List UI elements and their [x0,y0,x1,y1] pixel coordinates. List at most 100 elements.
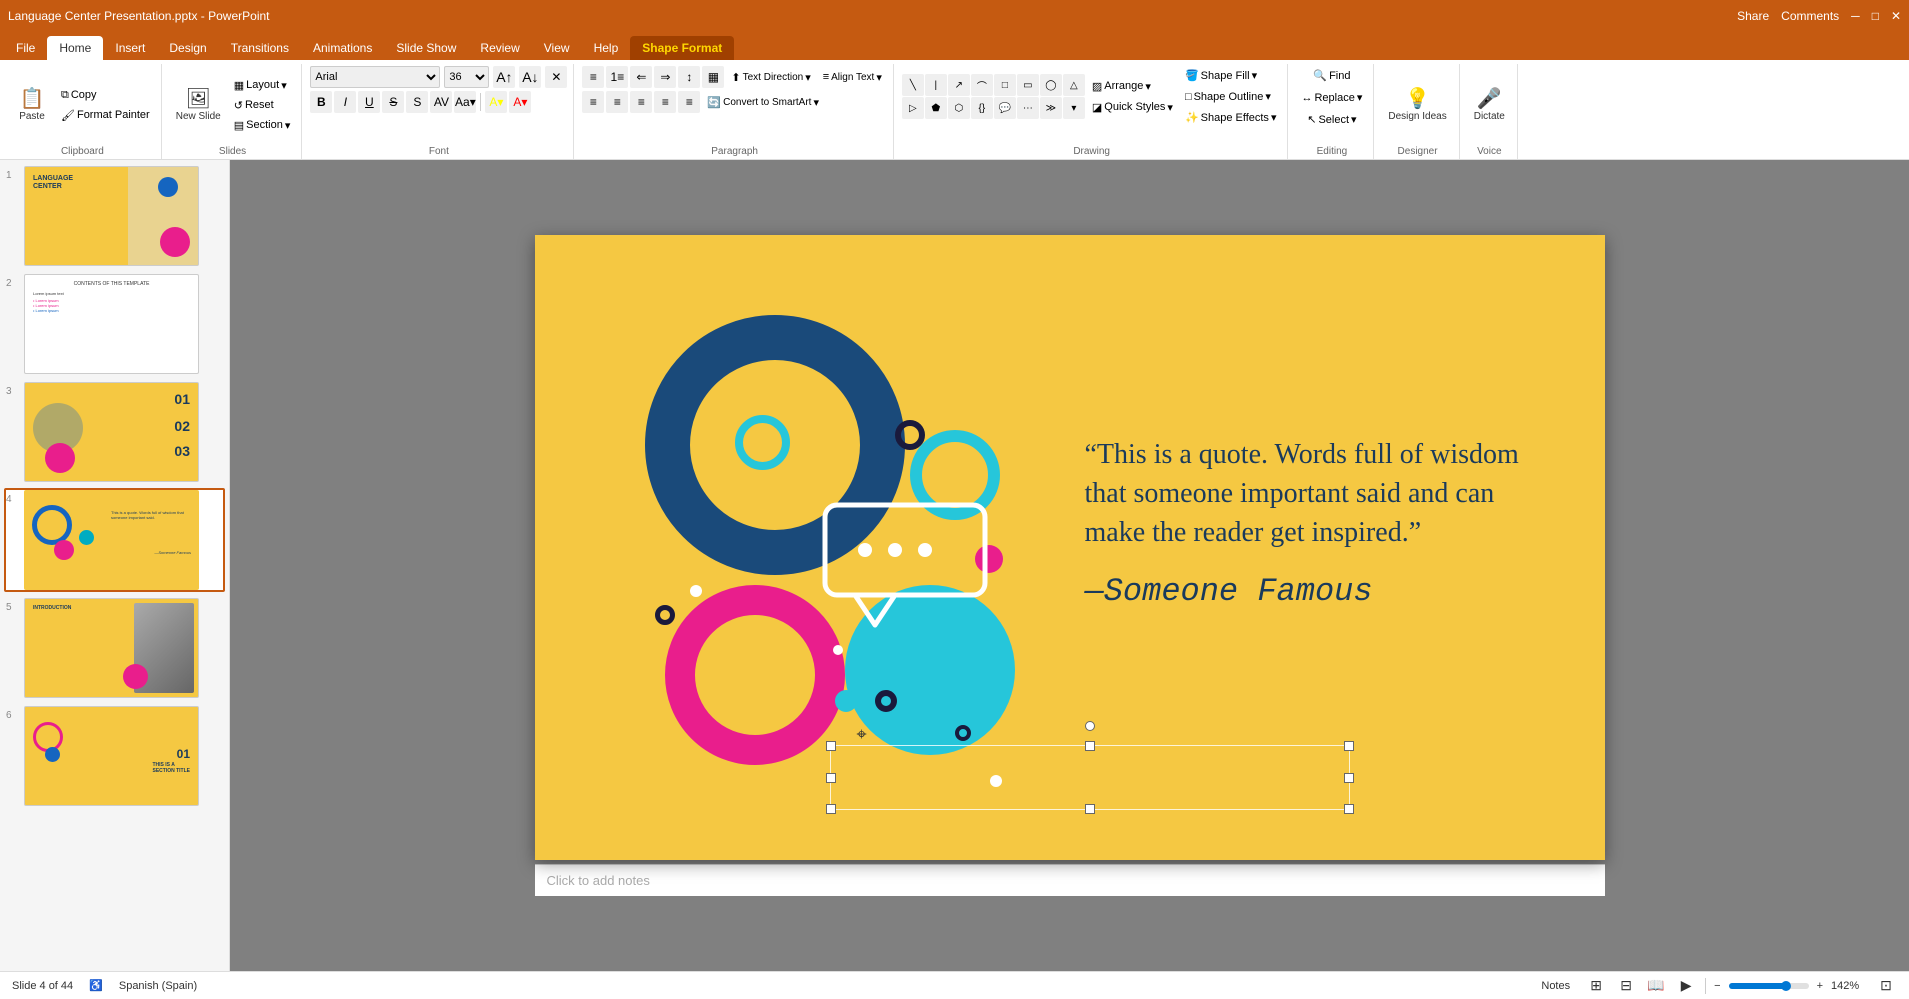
font-size-select[interactable]: 36 [444,66,489,88]
tab-help[interactable]: Help [582,36,631,60]
font-case-button[interactable]: Aa▾ [454,91,476,113]
design-ideas-button[interactable]: 💡 Design Ideas [1382,85,1452,126]
shape-1[interactable]: ╲ [902,74,924,96]
slide-thumb-6[interactable]: 6 01 THIS IS ASECTION TITLE [4,704,225,808]
find-button[interactable]: 🔍 Find [1308,66,1355,85]
replace-button[interactable]: ↔ Replace ▾ [1296,88,1367,107]
shadow-button[interactable]: S [406,91,428,113]
copy-button[interactable]: ⧉ Copy [56,86,155,105]
notes-placeholder[interactable]: Click to add notes [547,873,650,888]
notes-button[interactable]: Notes [1534,977,1577,995]
shape-fill-button[interactable]: 🪣 Shape Fill ▾ [1180,66,1282,85]
tab-slideshow[interactable]: Slide Show [384,36,468,60]
shape-11[interactable]: ⬡ [948,97,970,119]
char-spacing-button[interactable]: AV [430,91,452,113]
decrease-indent-button[interactable]: ⇐ [630,66,652,88]
tab-file[interactable]: File [4,36,47,60]
new-slide-button[interactable]: 🖼 New Slide [170,85,227,126]
tab-home[interactable]: Home [47,36,103,60]
tab-transitions[interactable]: Transitions [219,36,301,60]
normal-view-button[interactable]: ⊞ [1585,975,1607,997]
underline-button[interactable]: U [358,91,380,113]
select-button[interactable]: ↖ Select ▾ [1302,110,1361,129]
bullet-list-button[interactable]: ≡ [582,66,604,88]
text-direction-button[interactable]: ⬆ Text Direction ▾ [726,68,815,87]
shape-15[interactable]: ≫ [1040,97,1062,119]
align-center-button[interactable]: ≡ [606,91,628,113]
numbered-list-button[interactable]: 1≡ [606,66,628,88]
tab-design[interactable]: Design [157,36,218,60]
shape-13[interactable]: 💬 [994,97,1016,119]
reset-button[interactable]: ↺ Reset [229,96,296,115]
canvas-area[interactable]: “This is a quote. Words full of wisdom t… [230,160,1909,971]
shape-10[interactable]: ⬟ [925,97,947,119]
zoom-out-button[interactable]: − [1714,980,1720,992]
layout-button[interactable]: ▦ Layout ▾ [229,76,296,95]
tab-shape-format[interactable]: Shape Format [630,36,734,60]
tab-view[interactable]: View [532,36,582,60]
bold-button[interactable]: B [310,91,332,113]
increase-indent-button[interactable]: ⇒ [654,66,676,88]
smartart-button[interactable]: 🔄 Convert to SmartArt ▾ [702,93,824,112]
arrange-button[interactable]: ▨ Arrange ▾ [1087,77,1178,96]
align-right-button[interactable]: ≡ [630,91,652,113]
shape-2[interactable]: | [925,74,947,96]
line-spacing-button[interactable]: ↕ [678,66,700,88]
font-family-select[interactable]: Arial [310,66,440,88]
share-button[interactable]: Share [1737,9,1769,23]
shape-14[interactable]: ⋯ [1017,97,1039,119]
shapes-more[interactable]: ▾ [1063,97,1085,119]
tab-review[interactable]: Review [468,36,531,60]
fit-slide-button[interactable]: ⊡ [1875,975,1897,997]
shape-9[interactable]: ▷ [902,97,924,119]
slide-thumb-3[interactable]: 3 01 02 03 [4,380,225,484]
paste-button[interactable]: 📋 Paste [10,85,54,126]
accessibility-icon[interactable]: ♿ [89,979,103,992]
format-painter-button[interactable]: 🖌 Format Painter [56,106,155,125]
strikethrough-button[interactable]: S [382,91,404,113]
slide-thumb-5[interactable]: 5 INTRODUCTION [4,596,225,700]
presenter-view-button[interactable]: ▶ [1675,975,1697,997]
tab-insert[interactable]: Insert [103,36,157,60]
align-distributed-button[interactable]: ≡ [678,91,700,113]
slide-thumb-1[interactable]: 1 LANGUAGECENTER [4,164,225,268]
slide-thumb-4[interactable]: 4 This is a quote. Words full of wisdom … [4,488,225,592]
italic-button[interactable]: I [334,91,356,113]
dictate-button[interactable]: 🎤 Dictate [1468,85,1511,126]
minimize-button[interactable]: ─ [1851,9,1860,23]
align-justify-button[interactable]: ≡ [654,91,676,113]
shape-outline-button[interactable]: □ Shape Outline ▾ [1180,87,1282,106]
zoom-in-button[interactable]: + [1817,980,1823,992]
shape-7[interactable]: ◯ [1040,74,1062,96]
slide-thumb-2[interactable]: 2 CONTENTS OF THIS TEMPLATE Lorem ipsum … [4,272,225,376]
shape-4[interactable]: ⌒ [971,74,993,96]
zoom-level[interactable]: 142% [1831,980,1867,992]
font-color-button[interactable]: A▾ [509,91,531,113]
shape-3[interactable]: ↗ [948,74,970,96]
tab-animations[interactable]: Animations [301,36,384,60]
shape-effects-button[interactable]: ✨ Shape Effects ▾ [1180,108,1282,127]
notes-area[interactable]: Click to add notes [535,864,1605,896]
language[interactable]: Spanish (Spain) [119,980,197,992]
slide-canvas[interactable]: “This is a quote. Words full of wisdom t… [535,235,1605,860]
quick-styles-button[interactable]: ◪ Quick Styles ▾ [1087,98,1178,117]
shape-5[interactable]: □ [994,74,1016,96]
slide-sorter-button[interactable]: ⊟ [1615,975,1637,997]
section-button[interactable]: ▤ Section ▾ [229,116,296,135]
close-button[interactable]: ✕ [1891,9,1901,23]
shape-6[interactable]: ▭ [1017,74,1039,96]
zoom-slider[interactable] [1729,983,1809,989]
maximize-button[interactable]: □ [1872,9,1879,23]
reading-view-button[interactable]: 📖 [1645,975,1667,997]
columns-button[interactable]: ▦ [702,66,724,88]
align-text-button[interactable]: ≡ Align Text ▾ [818,68,887,87]
increase-font-button[interactable]: A↑ [493,66,515,88]
comments-button[interactable]: Comments [1781,9,1839,23]
quote-text[interactable]: “This is a quote. Words full of wisdom t… [1085,435,1555,610]
rotate-handle[interactable] [1085,721,1095,731]
highlight-button[interactable]: A▾ [485,91,507,113]
align-left-button[interactable]: ≡ [582,91,604,113]
shape-12[interactable]: {} [971,97,993,119]
shape-8[interactable]: △ [1063,74,1085,96]
clear-format-button[interactable]: ✕ [545,66,567,88]
